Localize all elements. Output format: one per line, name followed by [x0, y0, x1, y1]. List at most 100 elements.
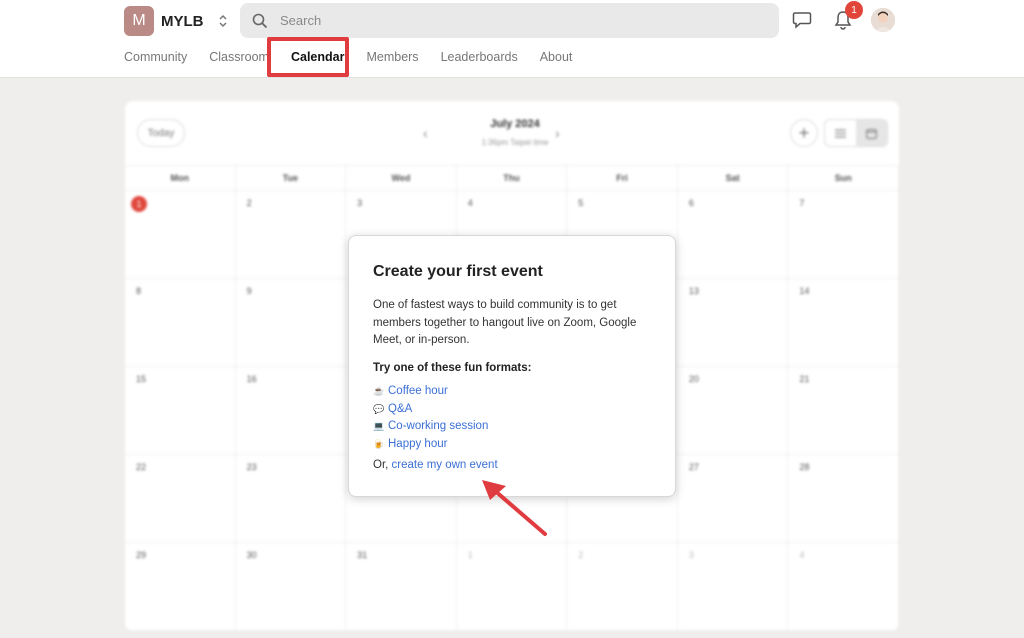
weekday-label: Sat: [678, 166, 789, 190]
calendar-tab-highlight: [267, 37, 349, 77]
calendar-header: Today ‹ July 2024 1:36pm Taipei time › +: [125, 101, 899, 165]
day-number: 28: [799, 462, 810, 472]
user-avatar[interactable]: [871, 8, 895, 32]
calendar-day[interactable]: 9: [235, 279, 347, 367]
main-nav: Community Classroom Calendar Members Lea…: [124, 50, 594, 66]
calendar-day[interactable]: 15: [125, 367, 236, 455]
calendar-view-icon[interactable]: [856, 120, 887, 146]
formats-heading: Try one of these fun formats:: [373, 362, 532, 374]
day-number: 3: [357, 198, 363, 208]
chevron-right-icon[interactable]: ›: [555, 125, 560, 141]
month-label: July 2024: [490, 118, 540, 130]
calendar-day[interactable]: 1: [456, 543, 568, 631]
community-avatar[interactable]: M: [124, 6, 154, 36]
calendar-day[interactable]: 27: [677, 455, 789, 543]
day-number: 14: [799, 286, 810, 296]
nav-leaderboards[interactable]: Leaderboards: [441, 50, 518, 66]
search-input[interactable]: [280, 13, 760, 28]
calendar-day[interactable]: 28: [788, 455, 899, 543]
laptop-icon: 💻: [373, 421, 385, 432]
day-number: 3: [688, 550, 694, 560]
calendar-day[interactable]: 22: [125, 455, 236, 543]
view-toggle: [824, 119, 888, 147]
calendar-day[interactable]: 6: [677, 191, 789, 279]
calendar-day[interactable]: 1: [125, 191, 236, 279]
day-number: 1: [131, 196, 147, 212]
community-name[interactable]: MYLB: [161, 13, 204, 30]
nav-about[interactable]: About: [540, 50, 573, 66]
weekday-label: Thu: [457, 166, 568, 190]
day-number: 4: [799, 550, 805, 560]
calendar-day[interactable]: 2: [567, 543, 678, 631]
formats-list: ☕ Coffee hour 💬 Q&A 💻 Co-working session…: [373, 383, 488, 453]
calendar-day[interactable]: 29: [125, 543, 236, 631]
notification-badge: 1: [845, 1, 863, 19]
qa-link[interactable]: Q&A: [388, 401, 412, 419]
search-bar[interactable]: [240, 3, 779, 38]
create-own-line: Or, create my own event: [373, 459, 498, 471]
create-own-event-link[interactable]: create my own event: [392, 459, 498, 471]
popup-title: Create your first event: [373, 263, 543, 280]
create-own-prefix: Or,: [373, 459, 392, 471]
beer-icon: 🍺: [373, 438, 385, 449]
annotation-arrow-icon: [482, 480, 547, 536]
day-number: 30: [246, 550, 257, 560]
nav-members[interactable]: Members: [366, 50, 418, 66]
calendar-day[interactable]: 13: [677, 279, 789, 367]
calendar-day[interactable]: 7: [788, 191, 899, 279]
weekday-label: Mon: [125, 166, 236, 190]
popup-description: One of fastest ways to build community i…: [373, 299, 637, 346]
calendar-day[interactable]: 16: [235, 367, 347, 455]
day-number: 6: [688, 198, 694, 208]
day-number: 23: [246, 462, 257, 472]
format-coworking: 💻 Co-working session: [373, 418, 488, 436]
day-number: 15: [136, 374, 147, 384]
format-coffee-hour: ☕ Coffee hour: [373, 383, 488, 401]
day-number: 8: [136, 286, 142, 296]
add-event-button[interactable]: +: [790, 119, 818, 147]
day-number: 21: [799, 374, 810, 384]
calendar-day[interactable]: 2: [235, 191, 347, 279]
calendar-day[interactable]: 20: [677, 367, 789, 455]
calendar-day[interactable]: 4: [788, 543, 899, 631]
day-number: 2: [578, 550, 584, 560]
day-number: 9: [246, 286, 252, 296]
nav-classroom[interactable]: Classroom: [209, 50, 269, 66]
coworking-session-link[interactable]: Co-working session: [388, 418, 488, 436]
calendar-day[interactable]: 30: [235, 543, 347, 631]
day-number: 22: [136, 462, 147, 472]
weekday-label: Sun: [788, 166, 899, 190]
chat-icon[interactable]: [790, 8, 814, 32]
format-happy-hour: 🍺 Happy hour: [373, 436, 488, 454]
today-button[interactable]: Today: [137, 119, 185, 147]
calendar-day[interactable]: 21: [788, 367, 899, 455]
coffee-hour-link[interactable]: Coffee hour: [388, 383, 448, 401]
day-number: 2: [246, 198, 252, 208]
nav-community[interactable]: Community: [124, 50, 187, 66]
chevron-left-icon[interactable]: ‹: [423, 125, 428, 141]
community-switcher[interactable]: M MYLB: [124, 6, 228, 36]
timezone-label: 1:36pm Taipei time: [481, 138, 549, 147]
day-number: 13: [688, 286, 699, 296]
calendar-day[interactable]: 23: [235, 455, 347, 543]
calendar-day[interactable]: 3: [677, 543, 789, 631]
day-number: 7: [799, 198, 805, 208]
chevron-up-down-icon[interactable]: [218, 13, 228, 29]
weekday-header: Mon Tue Wed Thu Fri Sat Sun: [125, 165, 899, 191]
day-number: 4: [467, 198, 473, 208]
list-view-icon[interactable]: [825, 120, 856, 146]
top-bar: M MYLB 1 Community Classroom Calendar Me…: [0, 0, 1024, 78]
day-number: 27: [688, 462, 699, 472]
day-number: 20: [688, 374, 699, 384]
calendar-day[interactable]: 31: [346, 543, 457, 631]
day-number: 5: [578, 198, 584, 208]
search-icon: [252, 13, 268, 28]
day-number: 31: [357, 550, 368, 560]
day-number: 1: [467, 550, 473, 560]
weekday-label: Fri: [567, 166, 678, 190]
calendar-day[interactable]: 14: [788, 279, 899, 367]
plus-icon: +: [798, 122, 810, 143]
calendar-day[interactable]: 8: [125, 279, 236, 367]
happy-hour-link[interactable]: Happy hour: [388, 436, 447, 454]
coffee-icon: ☕: [373, 386, 385, 397]
